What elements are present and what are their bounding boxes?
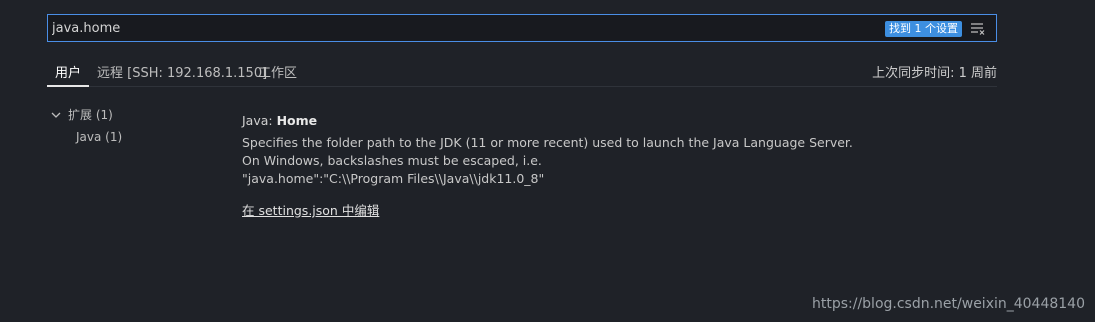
search-result-badge: 找到 1 个设置 xyxy=(885,21,962,37)
tab-remote[interactable]: 远程 [SSH: 192.168.1.150] xyxy=(97,62,267,81)
edit-in-settings-json-link[interactable]: 在 settings.json 中编辑 xyxy=(242,200,379,219)
chevron-down-icon xyxy=(51,112,61,118)
setting-description-line: "java.home":"C:\\Program Files\\Java\\jd… xyxy=(242,171,545,186)
setting-description-line: On Windows, backslashes must be escaped,… xyxy=(242,153,542,168)
active-tab-indicator xyxy=(47,85,89,87)
settings-toc-tree: 扩展 (1) Java (1) xyxy=(50,104,122,148)
filter-icon[interactable] xyxy=(970,21,986,35)
settings-search-box[interactable]: 找到 1 个设置 xyxy=(47,14,997,42)
setting-title: Java: Home xyxy=(242,113,853,128)
settings-search-input[interactable] xyxy=(52,15,872,41)
settings-scope-tabs: 用户 远程 [SSH: 192.168.1.150] 工作区 上次同步时间: 1… xyxy=(47,56,997,87)
last-sync-status: 上次同步时间: 1 周前 xyxy=(872,66,997,81)
tree-item-label: 扩展 (1) xyxy=(68,108,113,122)
setting-description-line: Specifies the folder path to the JDK (11… xyxy=(242,135,853,150)
tab-workspace[interactable]: 工作区 xyxy=(258,62,297,81)
tree-item-java[interactable]: Java (1) xyxy=(50,126,122,148)
watermark: https://blog.csdn.net/weixin_40448140 xyxy=(811,296,1085,312)
setting-category: Java: xyxy=(242,113,277,128)
tab-user[interactable]: 用户 xyxy=(55,62,81,81)
setting-java-home: Java: Home Specifies the folder path to … xyxy=(242,113,853,219)
setting-name: Home xyxy=(276,113,318,128)
tree-item-label: Java (1) xyxy=(76,130,123,144)
tree-item-extensions[interactable]: 扩展 (1) xyxy=(50,104,122,126)
